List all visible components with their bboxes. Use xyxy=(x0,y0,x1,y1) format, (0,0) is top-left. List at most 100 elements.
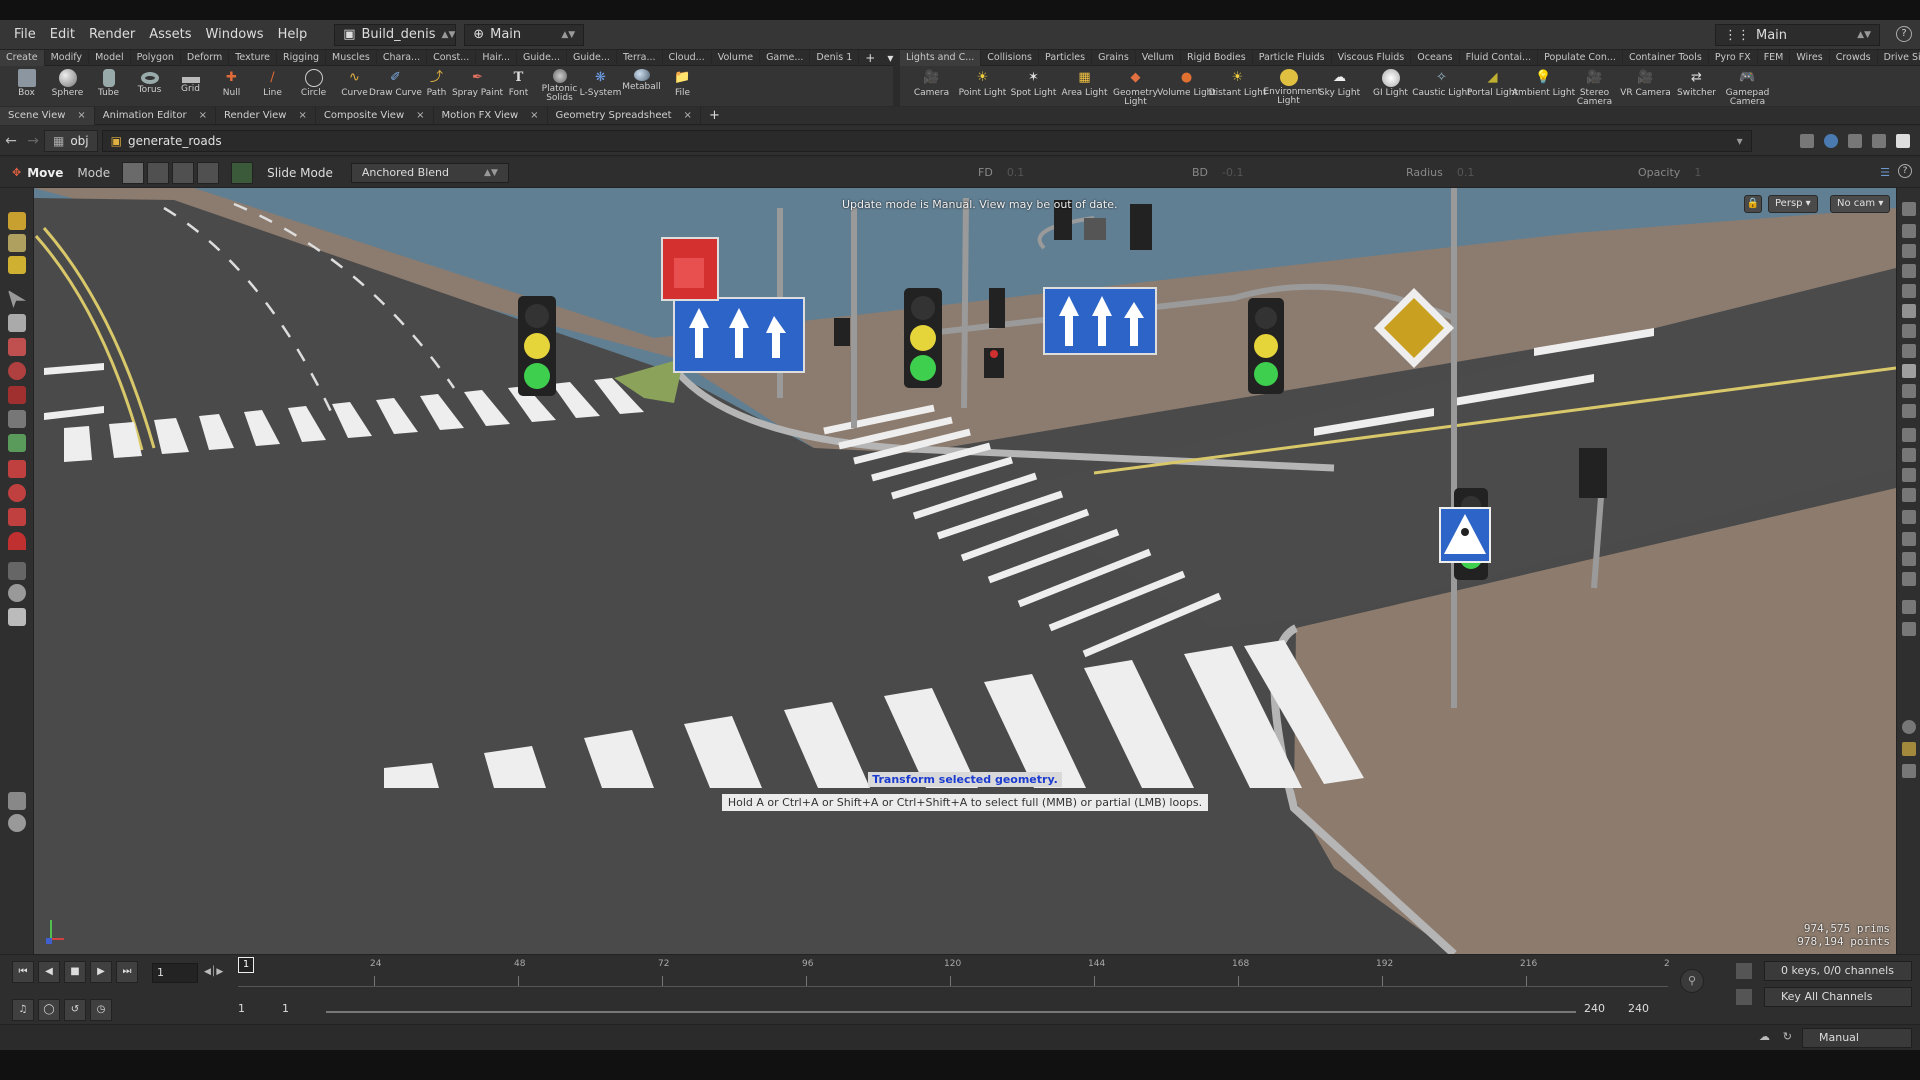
tool-curve[interactable]: ∿ Curve xyxy=(334,66,375,106)
right-desktop-selector[interactable]: ⋮⋮ Main ▲▼ xyxy=(1715,24,1880,46)
close-icon[interactable]: × xyxy=(530,107,538,125)
help-icon[interactable]: ? xyxy=(1896,26,1912,42)
move-mode-button[interactable] xyxy=(122,161,145,184)
update-mode-dropdown[interactable]: Manual xyxy=(1802,1028,1912,1048)
shelf-tab-game[interactable]: Game... xyxy=(760,49,811,66)
shelf-tab-particles[interactable]: Particles xyxy=(1039,49,1093,66)
shelf-tab-container-tools[interactable]: Container Tools xyxy=(1623,49,1709,66)
lock-camera-icon[interactable] xyxy=(1902,244,1916,258)
transform-icon[interactable] xyxy=(8,460,26,478)
shelf-tab-wires[interactable]: Wires xyxy=(1790,49,1830,66)
wireframe-icon[interactable] xyxy=(1902,364,1916,378)
range-start[interactable]: 1 xyxy=(238,1002,245,1015)
info-icon[interactable] xyxy=(1902,720,1916,734)
keys-icon[interactable] xyxy=(1736,963,1752,979)
tool-draw-curve[interactable]: ✐ Draw Curve xyxy=(369,66,422,106)
tool-caustic-light[interactable]: ✧ Caustic Light xyxy=(1412,66,1471,106)
tool-geometry-light[interactable]: ◆ Geometry Light xyxy=(1110,66,1161,107)
shelf-tab-guide-1[interactable]: Guide... xyxy=(517,49,567,66)
tool-platonic-solids[interactable]: Platonic Solids xyxy=(539,66,580,106)
display-icon[interactable] xyxy=(8,792,26,810)
layout-quad-icon[interactable] xyxy=(1902,742,1916,756)
shading-icon[interactable] xyxy=(1902,304,1916,318)
tool-sphere[interactable]: Sphere xyxy=(47,66,88,106)
tool-spray-paint[interactable]: ✒ Spray Paint xyxy=(452,66,503,106)
tab-scene-view[interactable]: Scene View × xyxy=(0,106,95,125)
tool-switcher[interactable]: ⇄ Switcher xyxy=(1671,66,1722,106)
fd-field[interactable]: FD 0.1 xyxy=(978,166,1024,179)
menu-edit[interactable]: Edit xyxy=(43,27,82,42)
shelf-tab-particle-fluids[interactable]: Particle Fluids xyxy=(1253,49,1332,66)
tool-camera[interactable]: 🎥 Camera xyxy=(906,66,957,106)
home-icon[interactable] xyxy=(1902,264,1916,278)
close-icon[interactable]: × xyxy=(298,107,306,125)
shelf-menu-icon[interactable]: ▾ xyxy=(881,51,899,65)
tool-tube[interactable]: Tube xyxy=(88,66,129,106)
tab-animation-editor[interactable]: Animation Editor × xyxy=(95,106,216,125)
tool-spot-light[interactable]: ✶ Spot Light xyxy=(1008,66,1059,106)
tab-geometry-spreadsheet[interactable]: Geometry Spreadsheet × xyxy=(548,106,701,125)
tool-metaball[interactable]: Metaball xyxy=(621,66,662,106)
shelf-tab-collisions[interactable]: Collisions xyxy=(981,49,1040,66)
back-icon[interactable]: ← xyxy=(0,133,22,149)
shelf-tab-modify[interactable]: Modify xyxy=(45,49,90,66)
render-region-icon[interactable] xyxy=(1902,622,1916,636)
shelf-tab-denis[interactable]: Denis 1 xyxy=(810,49,860,66)
grid-toggle-icon[interactable] xyxy=(1902,552,1916,566)
tool-sky-light[interactable]: ☁ Sky Light xyxy=(1314,66,1365,106)
rotate-icon[interactable] xyxy=(8,362,26,380)
blend-dropdown[interactable]: Anchored Blend ▲▼ xyxy=(350,162,509,183)
realtime-icon[interactable]: ◯ xyxy=(38,999,60,1021)
settings-icon[interactable] xyxy=(1872,133,1886,148)
tool-volume-light[interactable]: ● Volume Light xyxy=(1157,66,1216,106)
tool-torus[interactable]: Torus xyxy=(129,66,170,106)
shelf-tab-terrain[interactable]: Terra... xyxy=(617,49,663,66)
shelf-tab-fem[interactable]: FEM xyxy=(1758,49,1791,66)
select-icon[interactable] xyxy=(8,290,26,308)
tool-distant-light[interactable]: ☀ Distant Light xyxy=(1209,66,1267,106)
layout-icon[interactable] xyxy=(1848,133,1862,148)
loop-icon[interactable]: ↺ xyxy=(64,999,86,1021)
camera-menu[interactable]: No cam ▾ xyxy=(1830,195,1891,213)
key-all-channels-button[interactable]: Key All Channels xyxy=(1764,987,1912,1007)
tool-path[interactable]: ⤴ Path xyxy=(416,66,457,106)
refresh-icon[interactable]: ↻ xyxy=(1783,1030,1792,1043)
radius-field[interactable]: Radius 0.1 xyxy=(1406,166,1474,179)
audio-icon[interactable]: ♫ xyxy=(12,999,34,1021)
bd-field[interactable]: BD -0.1 xyxy=(1192,166,1244,179)
bd-value[interactable]: -0.1 xyxy=(1222,166,1243,179)
add-tab-icon[interactable]: + xyxy=(701,108,728,123)
help-icon[interactable]: ? xyxy=(1898,164,1912,178)
tool-vr-camera[interactable]: 🎥 VR Camera xyxy=(1620,66,1671,106)
range-slider[interactable] xyxy=(326,1011,1576,1013)
rotate-mode-button[interactable] xyxy=(147,161,170,184)
tool-gi-light[interactable]: GI Light xyxy=(1365,66,1416,106)
menu-help[interactable]: Help xyxy=(271,27,315,42)
play-icon[interactable]: ▶ xyxy=(90,961,112,983)
desktop-selector[interactable]: ▣ Build_denis ▲▼ xyxy=(334,23,457,46)
shelf-tab-deform[interactable]: Deform xyxy=(181,49,230,66)
tool-circle[interactable]: Circle xyxy=(293,66,334,106)
numbers-icon[interactable] xyxy=(1902,468,1916,482)
play-reverse-icon[interactable]: ◀ xyxy=(38,961,60,983)
shelf-tab-viscous-fluids[interactable]: Viscous Fluids xyxy=(1332,49,1412,66)
close-icon[interactable]: × xyxy=(199,107,207,125)
display-options-icon[interactable] xyxy=(1902,202,1916,216)
hull-icon[interactable] xyxy=(1902,510,1916,524)
edge-display-icon[interactable] xyxy=(1902,428,1916,442)
key-icon[interactable] xyxy=(1736,989,1752,1005)
shelf-tab-texture[interactable]: Texture xyxy=(229,49,278,66)
scale-mode-button[interactable] xyxy=(172,161,195,184)
menu-assets[interactable]: Assets xyxy=(142,27,198,42)
move-icon[interactable] xyxy=(8,338,26,356)
radius-value[interactable]: 0.1 xyxy=(1457,166,1475,179)
tool-ambient-light[interactable]: 💡 Ambient Light xyxy=(1512,66,1575,106)
normal-display-icon[interactable] xyxy=(1902,404,1916,418)
tool-portal-light[interactable]: ◢ Portal Light xyxy=(1467,66,1518,106)
cloud-icon[interactable]: ☁ xyxy=(1759,1030,1770,1043)
add-shelf-icon[interactable]: + xyxy=(859,51,881,65)
shelf-tab-vellum[interactable]: Vellum xyxy=(1136,49,1181,66)
transform-mode-button[interactable] xyxy=(197,161,220,184)
shadow-icon[interactable] xyxy=(1902,344,1916,358)
stop-icon[interactable]: ■ xyxy=(64,961,86,983)
